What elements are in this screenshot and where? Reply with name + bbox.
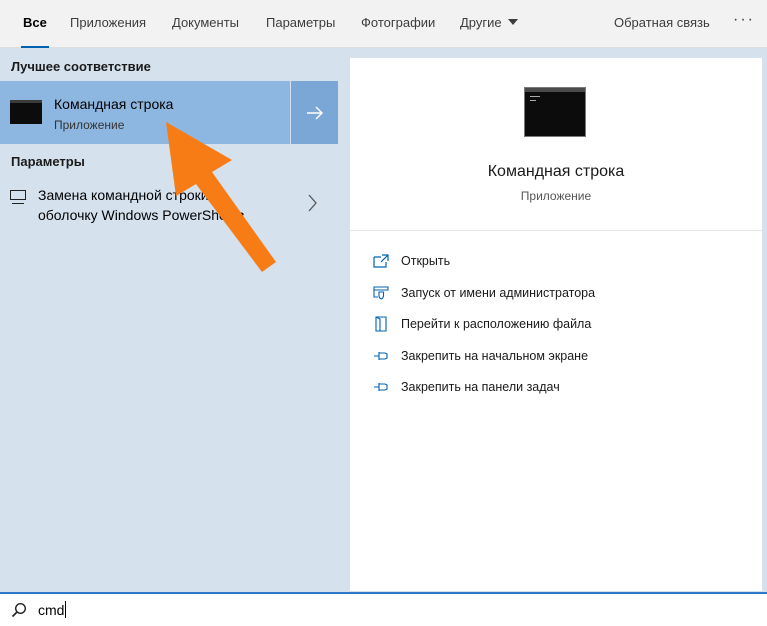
- action-open[interactable]: Открыть: [372, 251, 450, 271]
- settings-result-line1: Замена командной строки на: [38, 187, 229, 203]
- search-input-value: cmd: [38, 602, 65, 618]
- action-run-as-admin[interactable]: Запуск от имени администратора: [372, 283, 595, 303]
- preview-title: Командная строка: [487, 163, 625, 180]
- tab-settings[interactable]: Параметры: [266, 0, 335, 47]
- preview-header: Командная строка Приложение: [350, 58, 762, 231]
- tab-photos[interactable]: Фотографии: [361, 0, 435, 47]
- action-open-label: Открыть: [401, 254, 451, 268]
- command-prompt-icon: [10, 100, 42, 124]
- preview-subtitle: Приложение: [520, 189, 592, 203]
- tab-documents[interactable]: Документы: [172, 0, 239, 47]
- tab-settings-label: Параметры: [266, 15, 336, 30]
- tab-other-dropdown[interactable]: Другие: [460, 0, 518, 47]
- tab-other-label: Другие: [460, 15, 502, 30]
- search-input[interactable]: cmd: [38, 600, 67, 620]
- settings-result-text: Замена командной строки на оболочку Wind…: [38, 185, 278, 225]
- settings-heading: Параметры: [11, 154, 85, 169]
- pin-icon: [372, 379, 390, 395]
- chevron-down-icon: [507, 19, 518, 25]
- tab-photos-label: Фотографии: [361, 15, 436, 30]
- best-match-item[interactable]: Командная строка Приложение: [0, 81, 290, 144]
- file-location-icon: [372, 316, 390, 332]
- best-match-title: Командная строка: [54, 96, 174, 112]
- tab-apps-label: Приложения: [70, 15, 147, 30]
- action-open-file-location-label: Перейти к расположению файла: [401, 317, 592, 331]
- settings-result-line2: оболочку Windows PowerShell в: [38, 207, 245, 223]
- action-open-file-location[interactable]: Перейти к расположению файла: [372, 314, 591, 334]
- best-match-subtitle: Приложение: [54, 118, 125, 132]
- action-pin-to-start-label: Закрепить на начальном экране: [401, 349, 589, 363]
- action-pin-to-taskbar-label: Закрепить на панели задач: [401, 380, 560, 394]
- arrow-right-icon: [306, 106, 323, 119]
- action-pin-to-taskbar[interactable]: Закрепить на панели задач: [372, 377, 560, 397]
- tab-apps[interactable]: Приложения: [70, 0, 146, 47]
- monitor-icon: [10, 190, 26, 204]
- settings-result-item[interactable]: Замена командной строки на оболочку Wind…: [0, 178, 338, 232]
- pin-icon: [372, 348, 390, 364]
- search-tabs-bar: Все Приложения Документы Параметры Фотог…: [0, 0, 767, 48]
- tab-documents-label: Документы: [172, 15, 240, 30]
- best-match-result: Командная строка Приложение: [0, 81, 338, 144]
- shield-run-icon: [372, 285, 390, 301]
- best-match-open-button[interactable]: [291, 81, 338, 144]
- tab-all-label: Все: [23, 15, 47, 30]
- search-icon: [11, 602, 27, 618]
- chevron-right-icon: [308, 194, 317, 212]
- preview-panel: Командная строка Приложение Открыть Запу…: [350, 58, 762, 591]
- search-box[interactable]: cmd: [0, 592, 767, 626]
- more-options-button[interactable]: ···: [733, 0, 755, 47]
- tab-all[interactable]: Все: [21, 0, 49, 48]
- open-icon: [372, 253, 390, 269]
- action-run-as-admin-label: Запуск от имени администратора: [401, 286, 596, 300]
- text-cursor: [65, 601, 67, 618]
- action-pin-to-start[interactable]: Закрепить на начальном экране: [372, 346, 588, 366]
- feedback-link[interactable]: Обратная связь: [614, 0, 710, 47]
- best-match-heading: Лучшее соответствие: [11, 59, 151, 74]
- command-prompt-large-icon: [524, 87, 586, 137]
